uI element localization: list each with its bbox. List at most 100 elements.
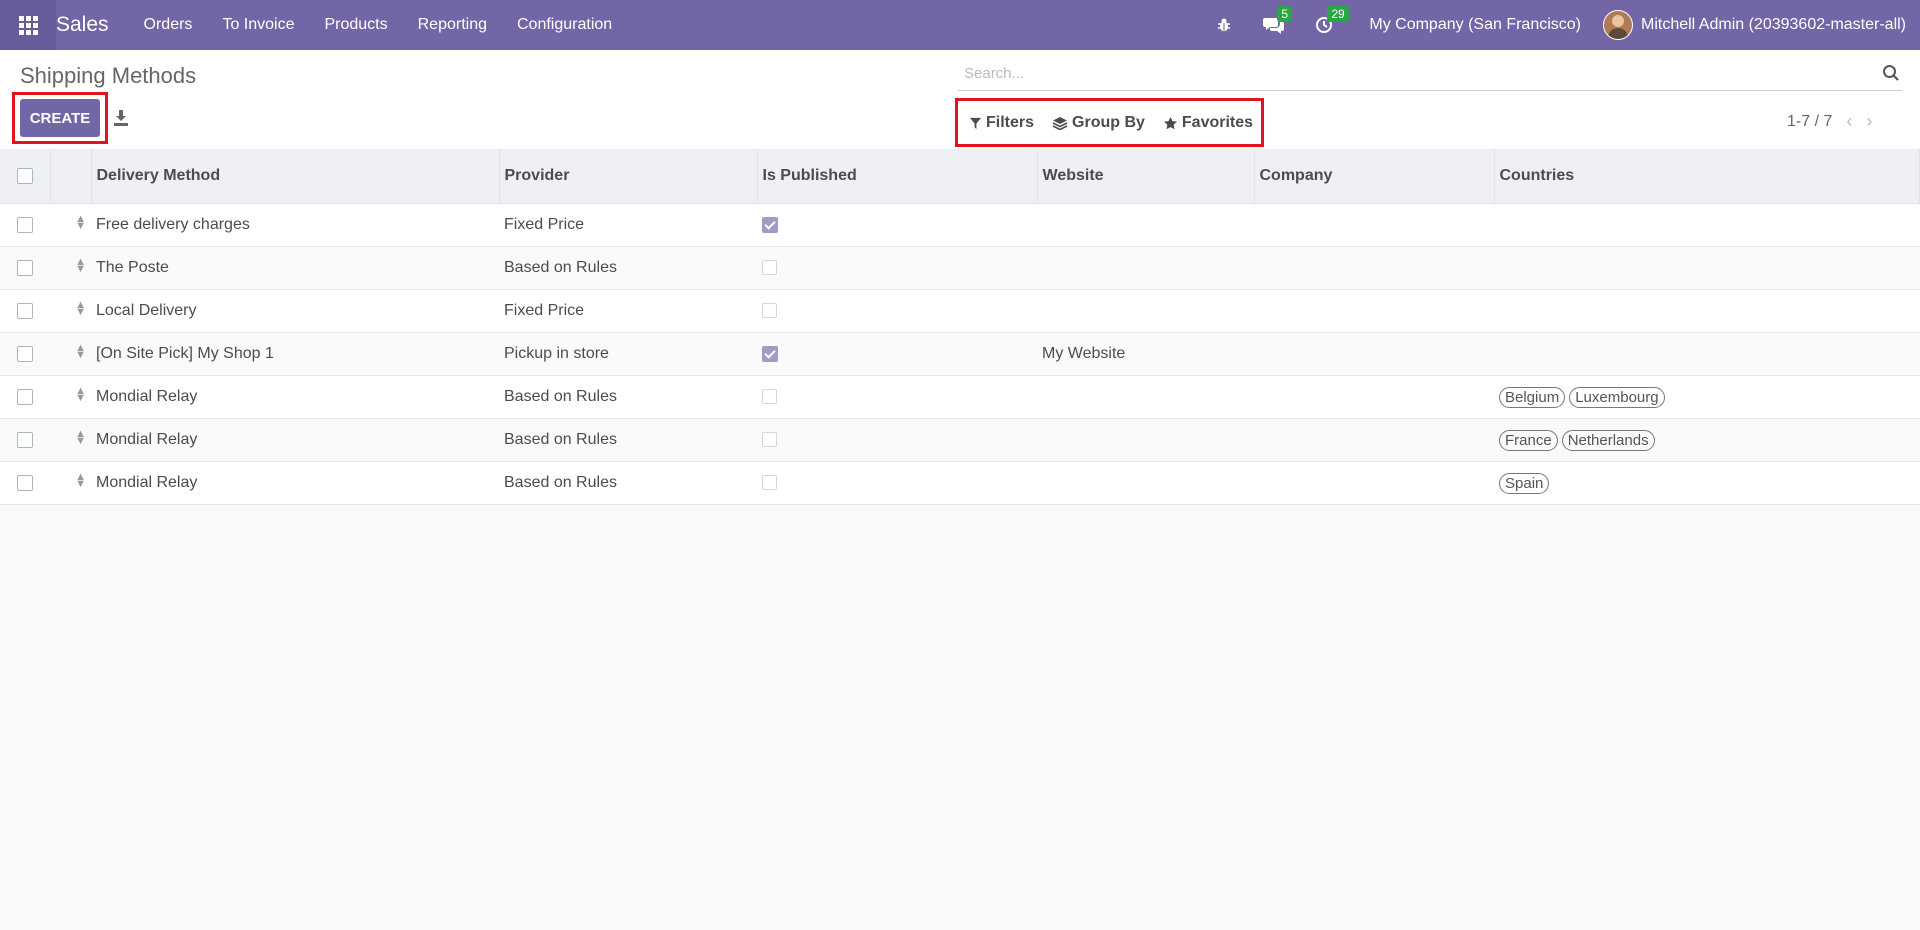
row-checkbox[interactable] [17,388,33,405]
cell-countries[interactable] [1494,332,1920,376]
cell-delivery-method[interactable]: Mondial Relay [91,375,499,419]
cell-website[interactable] [1037,246,1254,290]
cell-countries[interactable] [1494,203,1920,247]
row-handle-cell: ▲ ▼ [50,289,91,333]
menu-configuration[interactable]: Configuration [517,16,612,34]
drag-handle-icon[interactable]: ▲ ▼ [75,300,86,318]
pager-next-icon[interactable]: › [1866,111,1872,132]
country-tag: Netherlands [1561,429,1655,451]
apps-menu-button[interactable] [0,0,56,50]
table-row[interactable]: ▲ ▼ Mondial Relay Based on Rules France Nethe… [0,418,1920,462]
column-header-company[interactable]: Company [1254,149,1495,204]
cell-is-published [757,332,1037,376]
cell-provider[interactable]: Based on Rules [499,246,757,290]
row-checkbox[interactable] [17,431,33,448]
drag-handle-icon[interactable]: ▲ ▼ [75,214,86,232]
table-row[interactable]: ▲ ▼ Mondial Relay Based on Rules Spain [0,461,1920,505]
table-row[interactable]: ▲ ▼ The Poste Based on Rules [0,246,1920,290]
pager-previous-icon[interactable]: ‹ [1846,111,1852,132]
row-select-cell [0,461,50,505]
navbar-systray: 5 29 My Company (San Francisco) Mitchell… [1199,0,1920,50]
cell-provider[interactable]: Based on Rules [499,375,757,419]
control-panel: Shipping Methods CREATE Filters Group By… [0,50,1920,150]
page-title[interactable]: Shipping Methods [20,63,196,89]
apps-grid-icon [18,15,38,35]
published-checkbox [762,389,777,405]
chat-icon[interactable]: 5 [1263,6,1293,36]
activities-count-badge: 29 [1327,6,1349,22]
select-all-checkbox[interactable] [16,167,33,184]
cell-delivery-method[interactable]: Mondial Relay [91,461,499,505]
cell-countries[interactable] [1494,289,1920,333]
company-switcher[interactable]: My Company (San Francisco) [1369,16,1581,34]
cell-provider[interactable]: Pickup in store [499,332,757,376]
pager-value[interactable]: 1-7 / 7 [1787,113,1832,131]
row-checkbox[interactable] [17,345,33,362]
cell-website[interactable] [1037,289,1254,333]
cell-delivery-method[interactable]: [On Site Pick] My Shop 1 [91,332,499,376]
bug-icon[interactable] [1213,14,1235,36]
cell-provider[interactable]: Fixed Price [499,203,757,247]
drag-handle-icon[interactable]: ▲ ▼ [75,343,86,361]
cell-provider[interactable]: Based on Rules [499,418,757,462]
clock-icon[interactable]: 29 [1313,6,1349,36]
drag-handle-icon[interactable]: ▲ ▼ [75,472,86,490]
published-checkbox [762,303,777,319]
cell-countries[interactable]: Spain [1494,461,1920,505]
cell-company[interactable] [1254,375,1494,419]
cell-company[interactable] [1254,246,1494,290]
cell-delivery-method[interactable]: Local Delivery [91,289,499,333]
table-header-row: Delivery Method Provider Is Published We… [0,149,1920,204]
row-checkbox[interactable] [17,216,33,233]
row-handle-cell: ▲ ▼ [50,332,91,376]
cell-company[interactable] [1254,418,1494,462]
row-handle-cell: ▲ ▼ [50,203,91,247]
column-header-provider[interactable]: Provider [499,149,758,204]
cell-countries[interactable] [1494,246,1920,290]
row-checkbox[interactable] [17,259,33,276]
cell-website[interactable] [1037,418,1254,462]
table-row[interactable]: ▲ ▼ Local Delivery Fixed Price [0,289,1920,333]
search-input[interactable] [962,64,1846,83]
cell-is-published [757,461,1037,505]
cell-delivery-method[interactable]: The Poste [91,246,499,290]
cell-provider[interactable]: Based on Rules [499,461,757,505]
download-icon[interactable] [113,109,129,127]
row-checkbox[interactable] [17,474,33,491]
table-row[interactable]: ▲ ▼ Free delivery charges Fixed Price [0,203,1920,247]
shipping-methods-list: Delivery Method Provider Is Published We… [0,149,1920,505]
cell-countries[interactable]: France Netherlands [1494,418,1920,462]
cell-delivery-method[interactable]: Free delivery charges [91,203,499,247]
search-icon[interactable] [1882,64,1900,82]
cell-website[interactable] [1037,203,1254,247]
user-menu[interactable]: Mitchell Admin (20393602-master-all) [1641,16,1906,34]
column-header-delivery-method[interactable]: Delivery Method [91,149,500,204]
table-row[interactable]: ▲ ▼ [On Site Pick] My Shop 1 Pickup in stor… [0,332,1920,376]
cell-countries[interactable]: Belgium Luxembourg [1494,375,1920,419]
column-header-countries[interactable]: Countries [1494,149,1920,204]
row-select-cell [0,289,50,333]
cell-website[interactable]: My Website [1037,332,1254,376]
column-header-website[interactable]: Website [1037,149,1255,204]
drag-handle-icon[interactable]: ▲ ▼ [75,386,86,404]
cell-website[interactable] [1037,461,1254,505]
column-header-is-published[interactable]: Is Published [757,149,1038,204]
drag-handle-icon[interactable]: ▲ ▼ [75,257,86,275]
cell-company[interactable] [1254,461,1494,505]
cell-company[interactable] [1254,289,1494,333]
cell-company[interactable] [1254,332,1494,376]
cell-website[interactable] [1037,375,1254,419]
menu-orders[interactable]: Orders [144,16,193,34]
cell-company[interactable] [1254,203,1494,247]
avatar[interactable] [1603,10,1633,40]
cell-delivery-method[interactable]: Mondial Relay [91,418,499,462]
menu-products[interactable]: Products [324,16,387,34]
app-name[interactable]: Sales [56,13,109,37]
menu-to-invoice[interactable]: To Invoice [222,16,294,34]
cell-provider[interactable]: Fixed Price [499,289,757,333]
table-row[interactable]: ▲ ▼ Mondial Relay Based on Rules Belgium Luxe… [0,375,1920,419]
row-checkbox[interactable] [17,302,33,319]
drag-handle-icon[interactable]: ▲ ▼ [75,429,86,447]
country-tag: Luxembourg [1569,386,1665,408]
menu-reporting[interactable]: Reporting [418,16,487,34]
